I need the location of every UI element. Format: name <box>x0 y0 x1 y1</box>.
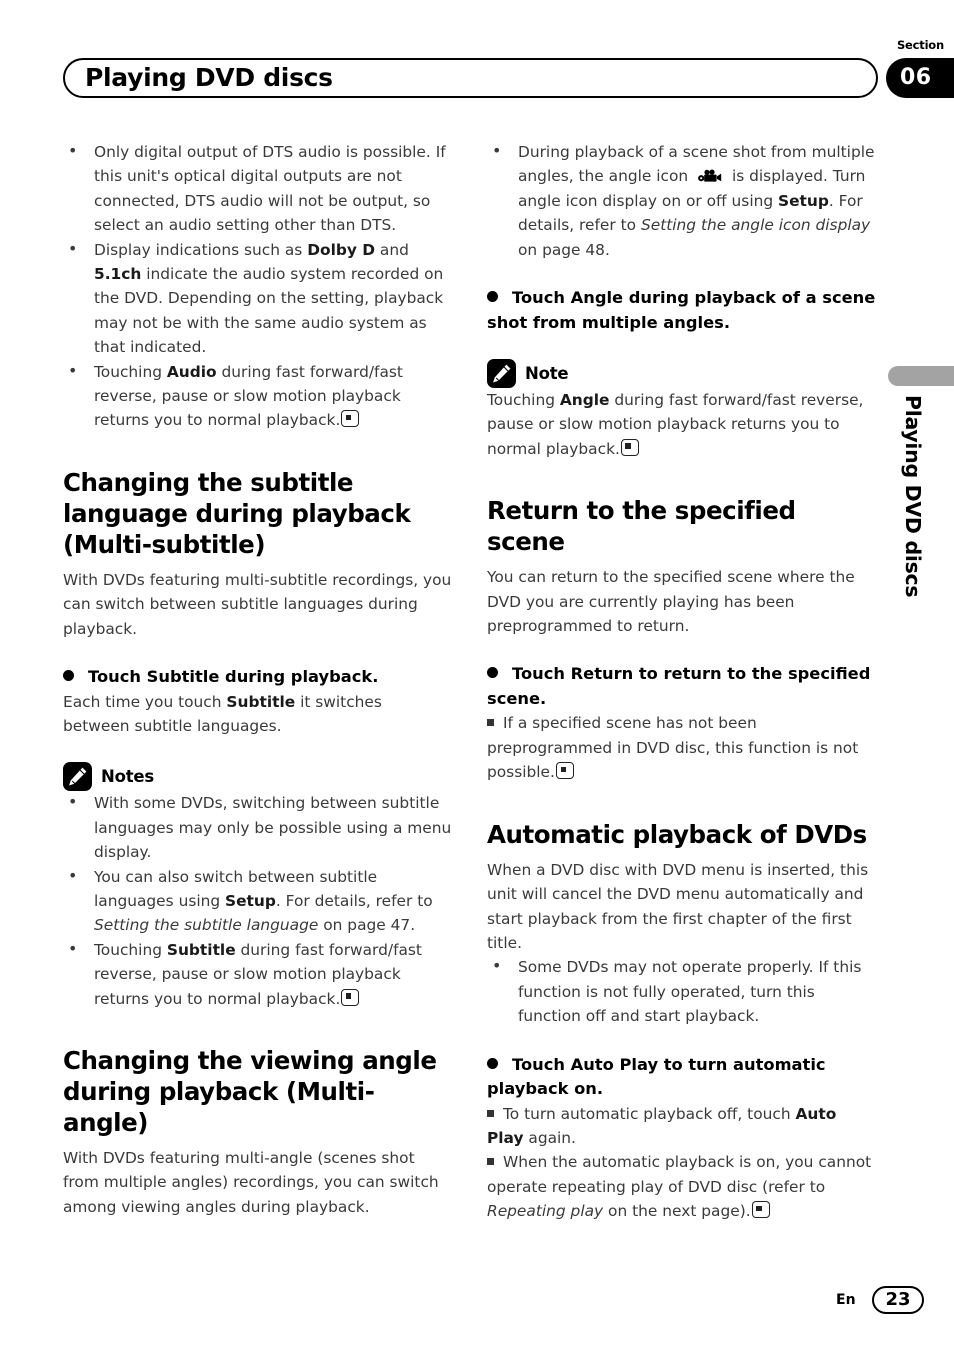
right-column: During playback of a scene shot from mul… <box>487 139 877 1224</box>
italic-reference: Repeating play <box>487 1202 604 1221</box>
instruction-text: Touch Subtitle during playback. <box>88 667 379 687</box>
auto-section-bullet-list: Some DVDs may not operate properly. If t… <box>487 954 877 1028</box>
instruction-text: Touch Angle during playback of a scene s… <box>487 288 876 332</box>
list-item: Display indications such as Dolby D and … <box>63 237 453 360</box>
section-label: Section <box>896 38 944 52</box>
section-number: 06 <box>900 65 932 90</box>
auto-sub-item-2: When the automatic playback is on, you c… <box>487 1150 877 1223</box>
left-column: Only digital output of DTS audio is poss… <box>63 139 453 1219</box>
heading-automatic-playback: Automatic playback of DVDs <box>487 819 867 849</box>
notes-header: Notes <box>63 762 453 792</box>
bold-term: Dolby D <box>307 240 376 259</box>
bullet-text: indicate the audio system recorded on th… <box>94 265 444 357</box>
return-section-intro: You can return to the specified scene wh… <box>487 568 855 636</box>
movie-camera-icon <box>697 167 723 183</box>
list-item: During playback of a scene shot from mul… <box>487 139 877 262</box>
end-of-topic-marker <box>751 1201 770 1219</box>
pencil-icon <box>63 762 92 792</box>
auto-sub-item-1: To turn automatic playback off, touch Au… <box>487 1102 877 1151</box>
auto-section-intro: When a DVD disc with DVD menu is inserte… <box>487 860 869 952</box>
bullet-dot-icon <box>487 291 498 303</box>
subtitle-instruction-detail: Each time you touch Subtitle it switches… <box>63 690 453 739</box>
notes-list: With some DVDs, switching between subtit… <box>63 790 453 1011</box>
left-top-bullet-list: Only digital output of DTS audio is poss… <box>63 139 453 433</box>
bullet-dot-icon <box>63 670 74 682</box>
instruction-touch-angle: Touch Angle during playback of a scene s… <box>487 286 877 335</box>
angle-section-intro: With DVDs featuring multi-angle (scenes … <box>63 1149 439 1216</box>
side-chapter-title: Playing DVD discs <box>901 395 925 598</box>
footer-language: En <box>836 1292 856 1308</box>
end-of-topic-marker <box>341 988 360 1006</box>
right-top-bullet-list: During playback of a scene shot from mul… <box>487 139 877 262</box>
bullet-text: Only digital output of DTS audio is poss… <box>94 143 446 235</box>
square-bullet-icon <box>487 1158 494 1166</box>
square-bullet-icon <box>487 719 494 727</box>
list-item: Touching Audio during fast forward/fast … <box>63 359 453 433</box>
pencil-icon <box>487 359 516 389</box>
instruction-touch-return: Touch Return to return to the specified … <box>487 662 877 711</box>
bullet-text: Touching <box>94 362 167 381</box>
sub-item-text: on the next page). <box>603 1202 751 1221</box>
bold-term: 5.1ch <box>94 265 142 284</box>
note-text: Touching <box>94 940 167 959</box>
list-item: Some DVDs may not operate properly. If t… <box>487 954 877 1028</box>
page-title: Playing DVD discs <box>85 63 333 92</box>
bullet-text: on page 48. <box>518 240 610 259</box>
bold-term: Audio <box>166 362 217 381</box>
bullet-dot-icon <box>487 667 498 679</box>
heading-changing-subtitle-language: Changing the subtitle language during pl… <box>63 467 411 559</box>
footer-page-number: 23 <box>872 1286 924 1314</box>
notes-label: Notes <box>101 767 155 787</box>
note-label: Note <box>525 364 569 384</box>
bullet-dot-icon <box>487 1057 498 1069</box>
end-of-topic-marker <box>341 410 360 428</box>
heading-changing-viewing-angle: Changing the viewing angle during playba… <box>63 1046 437 1138</box>
detail-pre: Each time you touch <box>63 692 227 711</box>
return-sub-item: If a specified scene has not been prepro… <box>487 711 877 784</box>
list-item: You can also switch between subtitle lan… <box>63 864 453 938</box>
sub-item-text: To turn automatic playback off, touch <box>503 1104 796 1123</box>
bold-term: Setup <box>225 892 276 911</box>
instruction-touch-auto-play: Touch Auto Play to turn automatic playba… <box>487 1053 877 1102</box>
bullet-text: Display indications such as <box>94 240 308 259</box>
instruction-text: Touch Return to return to the specified … <box>487 664 871 708</box>
note-text: With some DVDs, switching between subtit… <box>94 794 452 862</box>
page-header: Playing DVD discs Section 06 <box>0 0 954 110</box>
bold-term: Subtitle <box>166 940 236 959</box>
bullet-text: and <box>375 240 409 259</box>
note-body: Touching Angle during fast forward/fast … <box>487 388 877 461</box>
bullet-text: Some DVDs may not operate properly. If t… <box>518 958 862 1026</box>
sub-item-text: If a specified scene has not been prepro… <box>487 714 859 782</box>
note-text: Touching <box>487 391 560 410</box>
note-header: Note <box>487 359 877 389</box>
list-item: Only digital output of DTS audio is poss… <box>63 139 453 238</box>
section-badge: 06 <box>886 58 954 98</box>
sub-item-text: When the automatic playback is on, you c… <box>487 1153 872 1196</box>
italic-reference: Setting the subtitle language <box>94 916 319 935</box>
heading-return-specified-scene: Return to the specified scene <box>487 496 796 557</box>
square-bullet-icon <box>487 1109 494 1117</box>
bold-term: Setup <box>778 191 829 210</box>
italic-reference: Setting the angle icon display <box>640 216 871 235</box>
side-thumb-tab <box>888 366 954 386</box>
note-text: on page 47. <box>318 916 416 935</box>
bold-term: Angle <box>559 391 610 410</box>
sub-item-text: again. <box>523 1128 576 1147</box>
instruction-touch-subtitle: Touch Subtitle during playback. <box>63 665 453 690</box>
subtitle-section-intro: With DVDs featuring multi-subtitle recor… <box>63 570 452 638</box>
instruction-text: Touch Auto Play to turn automatic playba… <box>487 1054 826 1099</box>
list-item: With some DVDs, switching between subtit… <box>63 790 453 864</box>
bold-term: Subtitle <box>226 692 296 711</box>
end-of-topic-marker <box>620 438 639 456</box>
end-of-topic-marker <box>555 762 574 780</box>
list-item: Touching Subtitle during fast forward/fa… <box>63 937 453 1011</box>
note-text: . For details, refer to <box>275 892 433 911</box>
